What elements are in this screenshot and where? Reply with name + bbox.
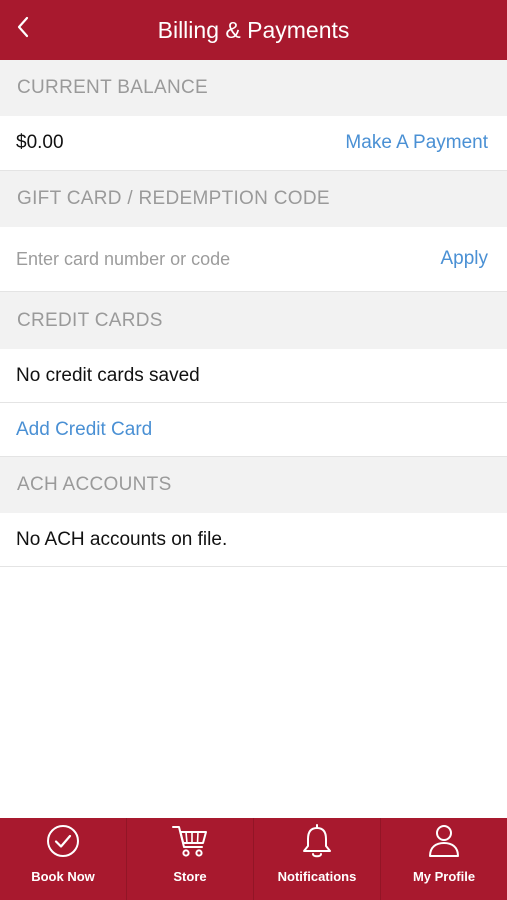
user-icon bbox=[425, 822, 463, 860]
bottom-tab-bar: Book Now Store Notifications My Profile bbox=[0, 818, 507, 900]
cart-icon bbox=[171, 822, 209, 860]
gift-card-row: Enter card number or code Apply bbox=[0, 227, 507, 292]
tab-my-profile-label: My Profile bbox=[412, 869, 476, 884]
bell-icon bbox=[298, 822, 336, 860]
tab-store-label: Store bbox=[173, 869, 207, 884]
section-header-current-balance: CURRENT BALANCE bbox=[0, 60, 507, 116]
app-header: Billing & Payments bbox=[0, 0, 507, 60]
credit-cards-empty-row: No credit cards saved bbox=[0, 349, 507, 403]
apply-button[interactable]: Apply bbox=[440, 248, 488, 270]
make-payment-link[interactable]: Make A Payment bbox=[345, 132, 488, 154]
add-credit-card-row[interactable]: Add Credit Card bbox=[0, 403, 507, 457]
ach-empty-text: No ACH accounts on file. bbox=[16, 528, 228, 550]
add-credit-card-link[interactable]: Add Credit Card bbox=[16, 419, 152, 441]
section-header-credit-cards: CREDIT CARDS bbox=[0, 292, 507, 349]
tab-book-now-label: Book Now bbox=[31, 869, 95, 884]
gift-card-input[interactable]: Enter card number or code bbox=[16, 249, 440, 270]
tab-notifications[interactable]: Notifications bbox=[254, 818, 381, 900]
balance-row: $0.00 Make A Payment bbox=[0, 116, 507, 171]
ach-empty-row: No ACH accounts on file. bbox=[0, 513, 507, 567]
credit-cards-empty-text: No credit cards saved bbox=[16, 364, 200, 386]
tab-notifications-label: Notifications bbox=[277, 869, 357, 884]
check-circle-icon bbox=[44, 822, 82, 860]
section-header-ach-accounts: ACH ACCOUNTS bbox=[0, 457, 507, 513]
page-title: Billing & Payments bbox=[157, 17, 350, 43]
tab-book-now[interactable]: Book Now bbox=[0, 818, 127, 900]
tab-my-profile[interactable]: My Profile bbox=[381, 818, 507, 900]
section-header-gift-card: GIFT CARD / REDEMPTION CODE bbox=[0, 171, 507, 227]
balance-amount: $0.00 bbox=[16, 132, 64, 153]
tab-store[interactable]: Store bbox=[127, 818, 254, 900]
